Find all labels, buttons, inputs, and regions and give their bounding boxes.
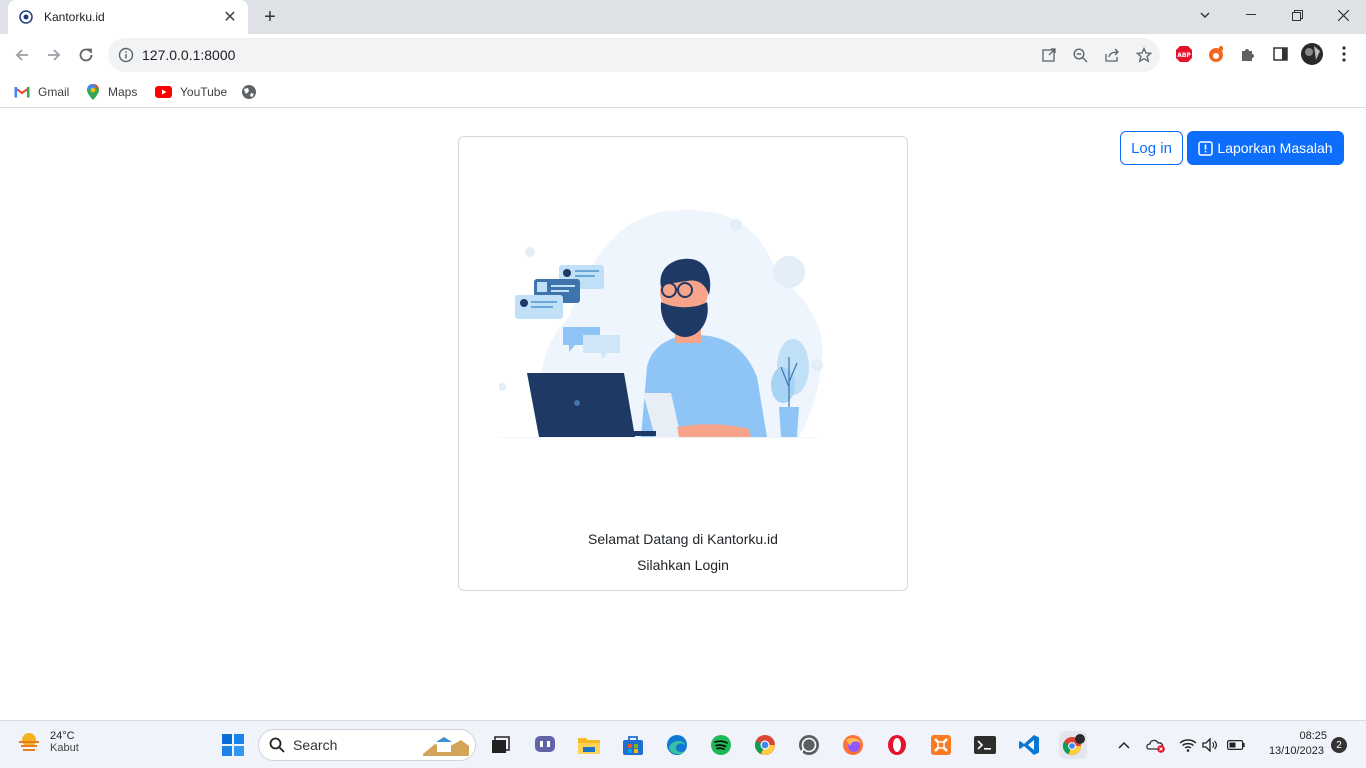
profile-avatar[interactable] xyxy=(1300,42,1324,66)
spotify-icon[interactable] xyxy=(707,731,735,759)
alert-square-icon xyxy=(1198,140,1214,156)
teams-chat-icon[interactable] xyxy=(531,731,559,759)
battery-icon[interactable] xyxy=(1222,731,1250,759)
taskbar: 24°C Kabut Search 08:25 13/10/2023 2 xyxy=(0,720,1366,768)
globe-icon xyxy=(242,85,256,99)
microsoft-store-icon[interactable] xyxy=(619,731,647,759)
address-bar[interactable]: 127.0.0.1:8000 xyxy=(108,38,1160,72)
weather-temperature: 24°C xyxy=(50,730,75,742)
bookmark-maps[interactable]: Maps xyxy=(86,82,137,102)
onedrive-error-icon[interactable] xyxy=(1142,731,1170,759)
svg-text:ABP: ABP xyxy=(1177,52,1191,59)
share-icon[interactable] xyxy=(1103,46,1121,64)
bookmark-label: Maps xyxy=(108,85,138,99)
browser-toolbar: 127.0.0.1:8000 xyxy=(0,34,1366,76)
clock-time: 08:25 xyxy=(1299,730,1327,742)
bookmark-label: YouTube xyxy=(180,85,228,99)
opera-icon[interactable] xyxy=(883,731,911,759)
welcome-text: Selamat Datang di Kantorku.id xyxy=(588,531,778,547)
weather-widget[interactable]: 24°C Kabut xyxy=(16,729,79,755)
extensions-puzzle-icon[interactable] xyxy=(1238,44,1258,64)
new-tab-icon[interactable]: + xyxy=(258,5,282,29)
chrome-icon[interactable] xyxy=(751,731,779,759)
url-text: 127.0.0.1:8000 xyxy=(142,47,236,63)
report-problem-label: Laporkan Masalah xyxy=(1217,140,1333,156)
terminal-icon[interactable] xyxy=(971,731,999,759)
bookmark-globe[interactable] xyxy=(241,82,265,102)
page-content: Log in Laporkan Masalah Selamat Datang d… xyxy=(0,109,1366,720)
youtube-icon xyxy=(155,86,172,98)
zoom-icon[interactable] xyxy=(1071,46,1089,64)
tab-title: Kantorku.id xyxy=(44,10,105,24)
bookmark-gmail[interactable]: Gmail xyxy=(14,82,69,102)
whatsapp-icon[interactable] xyxy=(795,731,823,759)
notification-count-badge[interactable]: 2 xyxy=(1331,737,1347,753)
xampp-icon[interactable] xyxy=(927,731,955,759)
bookmark-youtube[interactable]: YouTube xyxy=(155,82,227,102)
search-label: Search xyxy=(293,737,338,753)
system-clock[interactable]: 08:25 13/10/2023 xyxy=(1254,729,1338,759)
tab-search-icon[interactable] xyxy=(1182,0,1228,30)
adblock-plus-icon[interactable]: ABP xyxy=(1174,44,1194,64)
edge-browser-icon[interactable] xyxy=(663,731,691,759)
close-tab-icon[interactable]: ✕ xyxy=(222,9,238,26)
clock-date: 13/10/2023 xyxy=(1268,745,1324,757)
welcome-card: Selamat Datang di Kantorku.id Silahkan L… xyxy=(458,136,908,591)
login-button[interactable]: Log in xyxy=(1120,131,1183,165)
reload-icon[interactable] xyxy=(70,39,102,71)
show-hidden-icons-icon[interactable] xyxy=(1110,731,1138,759)
bookmark-label: Gmail xyxy=(38,85,70,99)
minimize-icon[interactable] xyxy=(1228,0,1274,30)
firefox-icon[interactable] xyxy=(839,731,867,759)
chrome-profile-icon[interactable] xyxy=(1059,731,1087,759)
extension-flame-icon[interactable] xyxy=(1206,44,1226,64)
bookmark-star-icon[interactable] xyxy=(1135,46,1153,64)
maps-icon xyxy=(87,84,99,100)
report-problem-button[interactable]: Laporkan Masalah xyxy=(1187,131,1344,165)
close-window-icon[interactable] xyxy=(1320,0,1366,30)
restore-icon[interactable] xyxy=(1274,0,1320,30)
search-icon xyxy=(269,737,285,753)
forward-arrow-icon[interactable] xyxy=(38,39,70,71)
open-in-app-icon[interactable] xyxy=(1040,46,1058,64)
browser-tab[interactable]: Kantorku.id ✕ xyxy=(8,0,248,34)
bookmarks-bar: Gmail Maps YouTube xyxy=(0,76,1366,108)
gmail-icon xyxy=(14,87,30,98)
browser-tabstrip: Kantorku.id ✕ + xyxy=(0,0,1366,34)
office-worker-illustration xyxy=(499,210,823,438)
fog-weather-icon xyxy=(19,733,39,751)
side-panel-icon[interactable] xyxy=(1270,44,1290,64)
vscode-icon[interactable] xyxy=(1015,731,1043,759)
file-explorer-icon[interactable] xyxy=(575,731,603,759)
start-windows-icon[interactable] xyxy=(219,731,247,759)
weather-condition: Kabut xyxy=(50,742,79,754)
task-view-icon[interactable] xyxy=(486,731,514,759)
taskbar-search[interactable]: Search xyxy=(258,729,476,761)
chrome-menu-icon[interactable] xyxy=(1334,44,1354,64)
site-favicon-icon xyxy=(18,9,34,25)
login-hint-text: Silahkan Login xyxy=(637,557,729,573)
site-info-icon[interactable] xyxy=(118,47,134,63)
search-highlight-icon xyxy=(423,737,469,756)
back-arrow-icon[interactable] xyxy=(6,39,38,71)
volume-icon[interactable] xyxy=(1196,731,1224,759)
